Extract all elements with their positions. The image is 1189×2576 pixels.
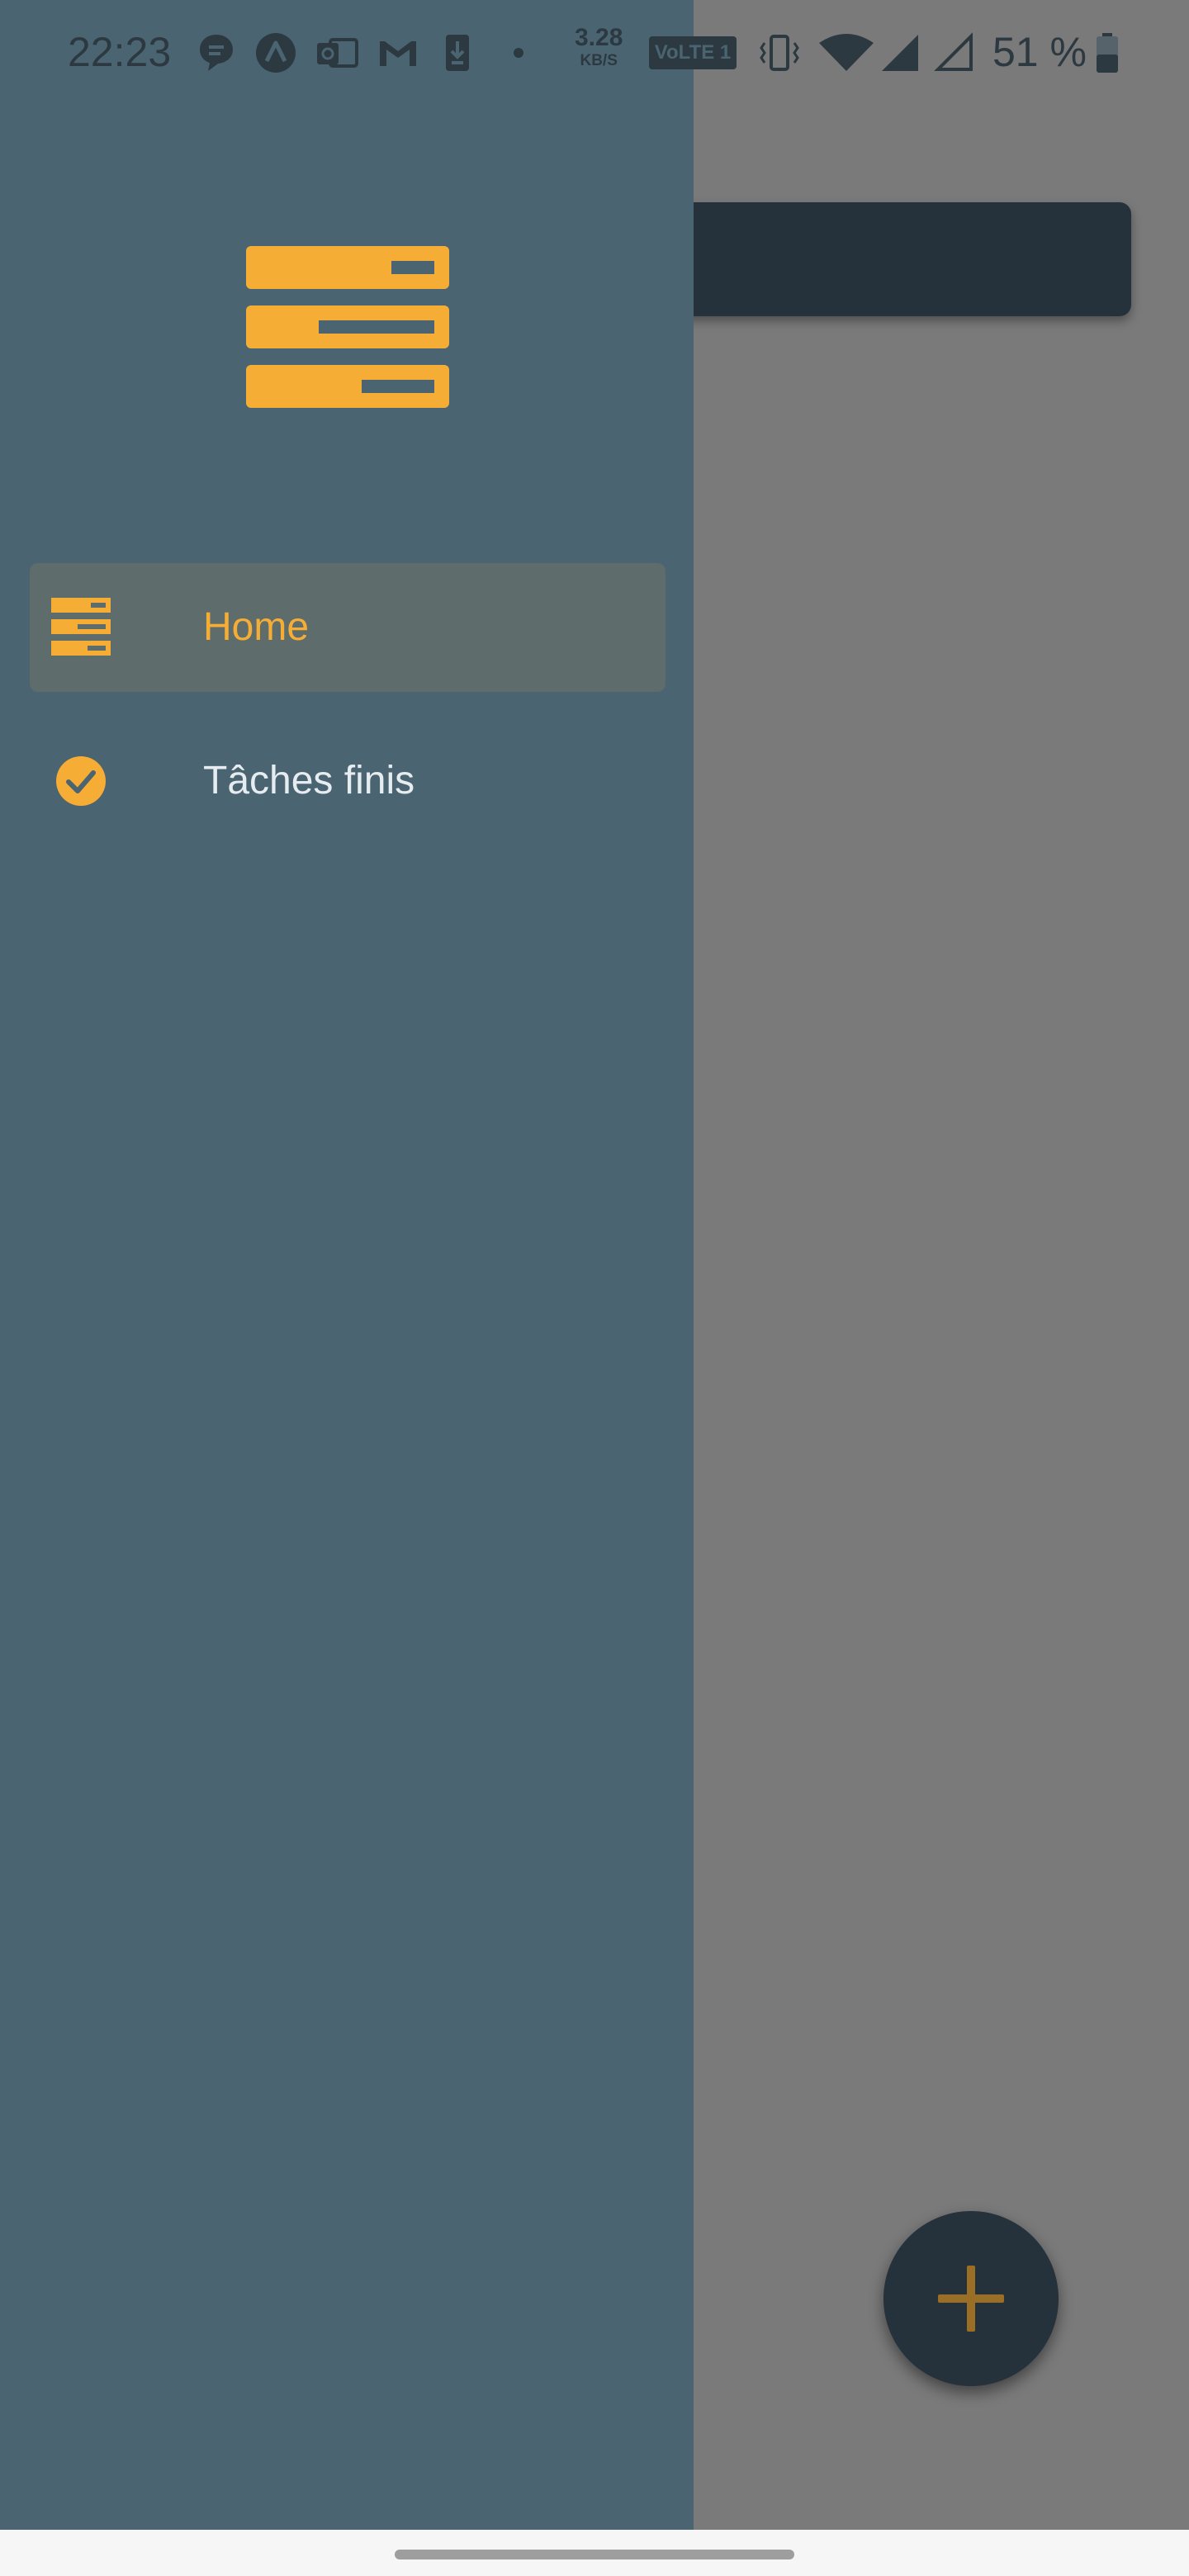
status-bar: 22:23 3.28 KB/S VoLTE 1 51 % [0,0,1189,104]
more-notifications-dot-icon [514,48,523,58]
wifi-icon [819,34,874,71]
nav-label-home: Home [203,605,310,649]
nav-label-completed-tasks: Tâches finis [203,759,415,803]
app-logo [246,246,449,408]
network-speed: 3.28 KB/S [575,24,623,70]
message-notification-icon [200,35,233,71]
download-notification-icon [446,35,469,71]
home-gesture-handle[interactable] [395,2550,794,2559]
cell-signal-1-icon [882,35,918,71]
vibrate-icon [760,35,799,71]
add-task-button[interactable] [883,2211,1059,2386]
nav-item-home[interactable]: Home [30,563,666,692]
cell-signal-2-icon [934,32,973,71]
navigation-drawer: Home Tâches finis [0,0,694,2530]
outlook-notification-icon [317,38,358,68]
list-icon [51,598,111,656]
app-a-notification-icon [256,33,296,73]
volte-badge: VoLTE 1 [649,36,737,69]
battery-percentage: 51 % [992,29,1087,75]
gesture-navigation-bar [0,2530,1189,2576]
gmail-notification-icon [380,41,416,66]
nav-item-completed-tasks[interactable]: Tâches finis [30,717,666,845]
status-time: 22:23 [68,29,172,75]
check-circle-icon [56,756,106,806]
app-toolbar [644,202,1131,316]
battery-icon [1097,33,1118,73]
